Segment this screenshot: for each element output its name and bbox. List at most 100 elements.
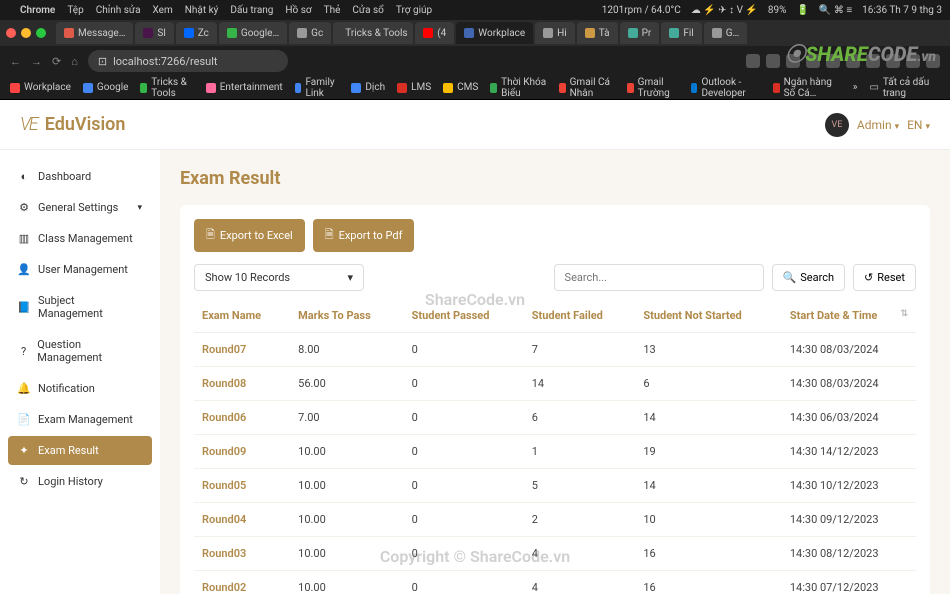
os-menu-item[interactable]: Dấu trang — [230, 5, 273, 16]
col-failed[interactable]: Student Failed — [524, 299, 636, 333]
os-menu-item[interactable]: Thẻ — [324, 5, 341, 16]
browser-tab[interactable]: Sl — [135, 22, 173, 44]
ext-icon[interactable] — [926, 54, 940, 68]
bookmark-item[interactable]: Gmail Cá Nhân — [559, 77, 615, 99]
exam-name-cell[interactable]: Round04 — [194, 503, 290, 537]
os-app-name: Chrome — [20, 5, 55, 16]
browser-tab[interactable]: Workplace — [456, 22, 533, 44]
col-date[interactable]: Start Date & Time⇅ — [782, 299, 916, 333]
favicon — [184, 28, 194, 38]
exam-name-cell[interactable]: Round09 — [194, 435, 290, 469]
records-select[interactable]: Show 10 Records ▾ — [194, 264, 364, 291]
browser-tab[interactable]: G… — [704, 22, 748, 44]
sidebar-item-login-history[interactable]: ↻Login History — [8, 467, 152, 496]
sidebar-item-exam-result[interactable]: ✦Exam Result — [8, 436, 152, 465]
bookmark-item[interactable]: LMS — [397, 77, 431, 99]
marks-cell: 10.00 — [290, 537, 403, 571]
all-bookmarks-button[interactable]: ▭ Tất cả dấu trang — [869, 77, 940, 99]
browser-tab[interactable]: Tà — [577, 22, 618, 44]
bookmark-item[interactable]: Entertainment — [206, 77, 283, 99]
nav-home-icon[interactable]: ⌂ — [71, 55, 78, 68]
bookmark-item[interactable]: Workplace — [10, 77, 71, 99]
main-content: Exam Result 🗎 Export to Excel 🗎 Export t… — [160, 150, 950, 594]
sidebar-item-dashboard[interactable]: ◐Dashboard — [8, 162, 152, 191]
sidebar-item-general-settings[interactable]: ⚙General Settings▾ — [8, 193, 152, 222]
browser-tab[interactable]: Hi — [535, 22, 575, 44]
search-button[interactable]: 🔍 Search — [772, 264, 846, 291]
bookmarks-overflow-icon[interactable]: » — [853, 82, 858, 93]
nav-reload-icon[interactable]: ⟳ — [52, 55, 61, 68]
ext-icon[interactable] — [806, 54, 820, 68]
date-cell: 14:30 08/03/2024 — [782, 367, 916, 401]
export-pdf-button[interactable]: 🗎 Export to Pdf — [313, 219, 415, 252]
os-menu-item[interactable]: Trợ giúp — [396, 5, 432, 16]
os-menu-item[interactable]: Chỉnh sửa — [96, 5, 141, 16]
ext-icon[interactable] — [886, 54, 900, 68]
col-passed[interactable]: Student Passed — [404, 299, 524, 333]
exam-name-cell[interactable]: Round06 — [194, 401, 290, 435]
bookmark-item[interactable]: CMS — [443, 77, 478, 99]
bookmark-item[interactable]: Family Link — [295, 77, 340, 99]
bookmark-item[interactable]: Tricks & Tools — [140, 77, 193, 99]
ext-icon[interactable] — [786, 54, 800, 68]
user-menu[interactable]: Admin ▾ — [857, 118, 899, 132]
browser-tab[interactable]: Zc — [176, 22, 217, 44]
os-menu-item[interactable]: Xem — [153, 5, 173, 16]
os-menus: Tệp Chỉnh sửa Xem Nhật ký Dấu trang Hồ sơ Thẻ C… — [67, 5, 432, 16]
bookmark-item[interactable]: Google — [83, 77, 129, 99]
bookmark-icon — [140, 83, 147, 93]
sidebar-item-class-management[interactable]: ▥Class Management — [8, 224, 152, 253]
col-not-started[interactable]: Student Not Started — [635, 299, 782, 333]
exam-name-cell[interactable]: Round03 — [194, 537, 290, 571]
nav-back-icon[interactable]: ← — [10, 55, 21, 68]
bookmark-item[interactable]: Ngân hàng Số Cá… — [773, 77, 841, 99]
col-marks[interactable]: Marks To Pass — [290, 299, 403, 333]
browser-tab[interactable]: Pr — [620, 22, 660, 44]
site-info-icon[interactable]: ⊡ — [98, 55, 107, 68]
window-controls[interactable] — [6, 28, 46, 38]
os-menu-item[interactable]: Tệp — [67, 5, 83, 16]
export-excel-button[interactable]: 🗎 Export to Excel — [194, 219, 305, 252]
bookmark-item[interactable]: Outlook - Developer — [691, 77, 761, 99]
ext-icon[interactable] — [766, 54, 780, 68]
notstarted-cell: 16 — [635, 571, 782, 594]
sidebar-item-subject-management[interactable]: 📘Subject Management — [8, 286, 152, 328]
bookmark-item[interactable]: Thời Khóa Biểu — [490, 77, 546, 99]
sidebar-item-exam-management[interactable]: 📄Exam Management — [8, 405, 152, 434]
exam-name-cell[interactable]: Round08 — [194, 367, 290, 401]
ext-icon[interactable] — [826, 54, 840, 68]
exam-name-cell[interactable]: Round05 — [194, 469, 290, 503]
bookmark-item[interactable]: Gmail Trường — [627, 77, 679, 99]
search-input[interactable] — [554, 264, 764, 291]
bookmark-item[interactable]: Dịch — [351, 77, 385, 99]
exam-name-cell[interactable]: Round02 — [194, 571, 290, 594]
ext-icon[interactable] — [746, 54, 760, 68]
exam-name-cell[interactable]: Round07 — [194, 333, 290, 367]
sidebar-item-question-management[interactable]: ?Question Management — [8, 330, 152, 372]
sidebar-item-user-management[interactable]: 👤User Management — [8, 255, 152, 284]
os-menu-item[interactable]: Hồ sơ — [285, 5, 311, 16]
lang-switch[interactable]: EN ▾ — [907, 118, 930, 132]
browser-tab[interactable]: (4 — [415, 22, 454, 44]
ext-icon[interactable] — [906, 54, 920, 68]
browser-tab[interactable]: Tricks & Tools — [333, 22, 413, 44]
avatar[interactable]: VE — [825, 113, 849, 137]
nav-forward-icon[interactable]: → — [31, 55, 42, 68]
ext-icon[interactable] — [846, 54, 860, 68]
browser-tab[interactable]: Google… — [219, 22, 287, 44]
browser-tab[interactable]: Fil — [661, 22, 701, 44]
os-menu-item[interactable]: Cửa sổ — [352, 5, 383, 16]
sidebar-icon: 🔔 — [18, 383, 30, 395]
date-cell: 14:30 09/12/2023 — [782, 503, 916, 537]
brand-logo[interactable]: VE EduVision — [20, 114, 125, 135]
passed-cell: 0 — [404, 435, 524, 469]
reset-button[interactable]: ↺ Reset — [853, 264, 916, 291]
sidebar-item-notification[interactable]: 🔔Notification — [8, 374, 152, 403]
browser-tab[interactable]: Message… — [56, 22, 133, 44]
col-exam-name[interactable]: Exam Name — [194, 299, 290, 333]
ext-icon[interactable] — [866, 54, 880, 68]
url-input[interactable]: ⊡ localhost:7266/result — [88, 50, 288, 72]
browser-tab[interactable]: Gc — [289, 22, 331, 44]
os-menu-item[interactable]: Nhật ký — [185, 5, 219, 16]
favicon — [64, 28, 74, 38]
